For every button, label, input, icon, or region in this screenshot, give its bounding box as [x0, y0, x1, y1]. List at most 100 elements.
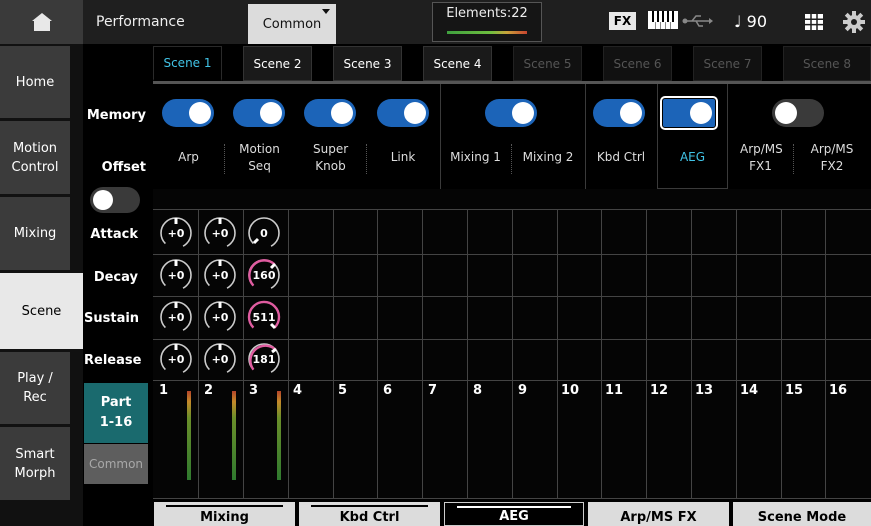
grid-line — [781, 209, 782, 498]
grid-line — [377, 209, 378, 498]
page-title: Performance — [96, 14, 185, 30]
decay-knob-part-3[interactable]: 160 — [245, 256, 283, 294]
bottom-tab-label: Kbd Ctrl — [339, 510, 400, 525]
sustain-knob-part-1[interactable]: +0 — [157, 298, 195, 336]
release-knob-part-2[interactable]: +0 — [201, 340, 239, 378]
sidebar-item-home[interactable]: Home — [0, 46, 70, 118]
knob-value: +0 — [167, 310, 185, 324]
part-number: 11 — [605, 383, 624, 398]
part-number: 1 — [159, 383, 169, 398]
common-tab[interactable]: Common — [248, 4, 336, 44]
decay-label: Decay — [93, 270, 138, 285]
sidebar-item-scene[interactable]: Scene — [0, 273, 83, 349]
common-part-button[interactable]: Common — [84, 444, 148, 484]
bottom-tab-label: Mixing — [200, 510, 249, 525]
usb-icon — [682, 15, 713, 27]
arp-memory-switch[interactable] — [162, 99, 214, 127]
switch-knob — [404, 102, 426, 124]
sustain-knob-part-2[interactable]: +0 — [201, 298, 239, 336]
knob-value: 160 — [252, 268, 276, 282]
part-1-16-button[interactable]: Part 1-16 — [84, 383, 148, 443]
sidebar: Home Motion Control Mixing Scene Play / … — [0, 44, 83, 526]
knob-value: 511 — [252, 310, 276, 324]
bottom-tab-arp-ms-fx[interactable]: Arp/MS FX — [588, 502, 729, 526]
sidebar-item-play-rec[interactable]: Play / Rec — [0, 352, 70, 424]
memory-label: Memory — [86, 108, 146, 123]
top-bar: Performance Common Elements:22 FX ♩ 90 — [0, 0, 871, 44]
tempo-display[interactable]: ♩ 90 — [734, 0, 767, 44]
grid-line — [422, 209, 423, 498]
memory-label-arp: Arp — [178, 150, 199, 164]
tab-scene-1[interactable]: Scene 1 — [153, 46, 222, 81]
fx-badge[interactable]: FX — [609, 12, 636, 30]
sidebar-item-label: Home — [15, 74, 55, 90]
grid-line — [512, 209, 513, 498]
tab-scene-2[interactable]: Scene 2 — [243, 46, 312, 81]
knob-value: 0 — [260, 226, 268, 240]
common-button-label: Common — [88, 457, 144, 471]
release-knob-part-1[interactable]: +0 — [157, 340, 195, 378]
bottom-tab-mixing[interactable]: Mixing — [154, 502, 295, 526]
grid-line — [601, 209, 602, 498]
mixing-memory-switch[interactable] — [485, 99, 537, 127]
part-number: 7 — [428, 383, 438, 398]
tab-scene-6[interactable]: Scene 6 — [603, 46, 672, 81]
sidebar-item-smart-morph[interactable]: Smart Morph — [0, 427, 70, 500]
tab-scene-4[interactable]: Scene 4 — [423, 46, 492, 81]
part-number: 16 — [829, 383, 848, 398]
arp-ms-fx-memory-switch[interactable] — [772, 99, 824, 127]
tab-scene-8[interactable]: Scene 8 — [783, 46, 871, 81]
sustain-knob-part-3[interactable]: 511 — [245, 298, 283, 336]
motion-seq-memory-switch[interactable] — [233, 99, 285, 127]
kbd-ctrl-memory-switch[interactable] — [593, 99, 645, 127]
sidebar-item-mixing[interactable]: Mixing — [0, 197, 70, 270]
offset-switch[interactable] — [90, 187, 140, 213]
link-memory-switch[interactable] — [377, 99, 429, 127]
memory-label-mixing-1: Mixing 1 — [450, 150, 501, 164]
memory-label-link: Link — [390, 150, 416, 164]
elements-meter: Elements:22 — [432, 2, 542, 42]
switch-knob — [189, 102, 211, 124]
attack-knob-part-3[interactable]: 0 — [245, 214, 283, 252]
release-label: Release — [84, 353, 142, 368]
memory-label-arp-ms-fx1: Arp/MS FX1 — [740, 142, 783, 173]
tab-indicator — [457, 506, 571, 508]
grid-line — [646, 209, 647, 498]
sidebar-item-label: Smart Morph — [14, 446, 56, 481]
bottom-tab-label: Scene Mode — [757, 510, 847, 525]
bottom-tab-aeg[interactable]: AEG — [444, 502, 584, 526]
level-meter-part-3 — [277, 391, 281, 480]
super-knob-memory-switch[interactable] — [304, 99, 356, 127]
tab-scene-3[interactable]: Scene 3 — [333, 46, 402, 81]
bottom-tab-kbd-ctrl[interactable]: Kbd Ctrl — [299, 502, 440, 526]
home-icon — [31, 13, 52, 31]
part-number: 10 — [561, 383, 580, 398]
tab-scene-5[interactable]: Scene 5 — [513, 46, 582, 81]
attack-knob-part-1[interactable]: +0 — [157, 214, 195, 252]
grid-icon[interactable] — [805, 14, 823, 30]
decay-knob-part-2[interactable]: +0 — [201, 256, 239, 294]
bottom-tab-scene-mode[interactable]: Scene Mode — [733, 502, 871, 526]
sidebar-item-motion-control[interactable]: Motion Control — [0, 121, 70, 194]
knob-value: +0 — [167, 352, 185, 366]
part-number: 5 — [338, 383, 348, 398]
sidebar-item-label: Scene — [21, 303, 62, 319]
gear-icon[interactable] — [843, 11, 865, 33]
release-knob-part-3[interactable]: 181 — [245, 340, 283, 378]
aeg-memory-switch[interactable] — [660, 96, 718, 130]
sidebar-item-label: Play / Rec — [17, 371, 53, 405]
tab-label: Scene 1 — [163, 56, 212, 70]
memory-label-super-knob: Super Knob — [313, 142, 349, 173]
attack-knob-part-2[interactable]: +0 — [201, 214, 239, 252]
tab-scene-7[interactable]: Scene 7 — [693, 46, 762, 81]
home-button[interactable] — [0, 0, 83, 44]
sidebar-item-label: Motion Control — [11, 140, 59, 175]
part-button-label: Part 1-16 — [99, 395, 133, 430]
decay-knob-part-1[interactable]: +0 — [157, 256, 195, 294]
switch-knob — [260, 102, 282, 124]
grid-line — [333, 209, 334, 498]
knob-value: +0 — [211, 226, 229, 240]
grid-line — [198, 209, 199, 498]
part-number: 13 — [695, 383, 714, 398]
tab-label: Scene 8 — [802, 56, 852, 71]
